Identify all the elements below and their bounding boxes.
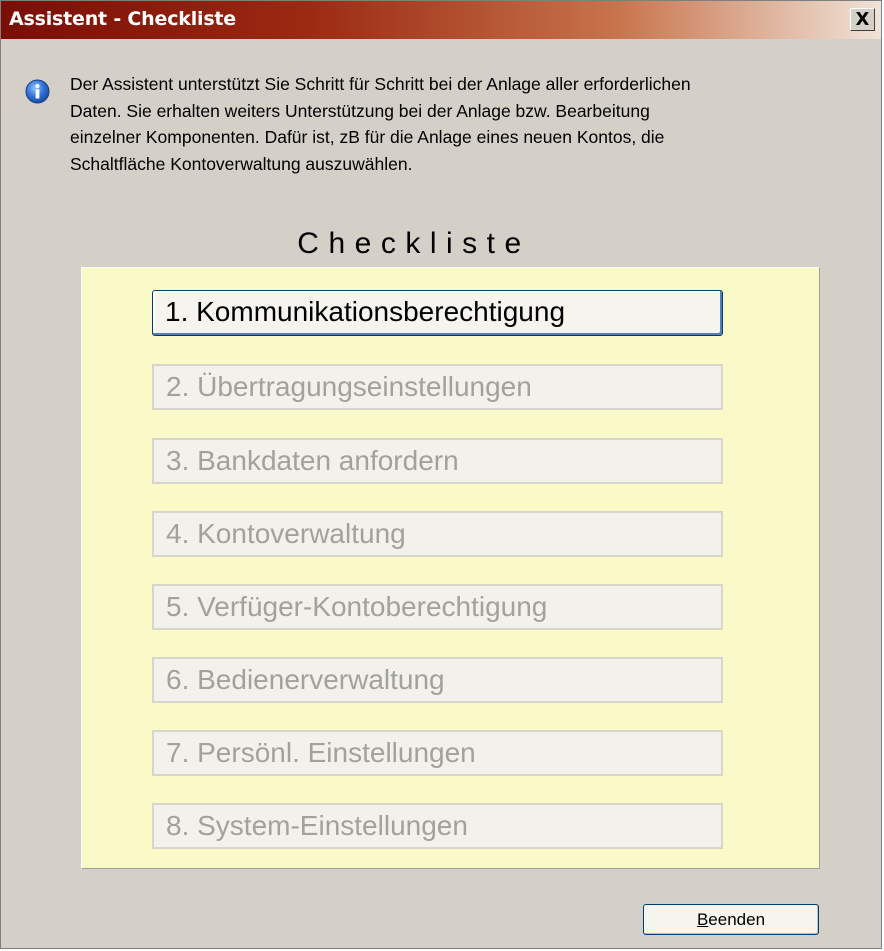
step-button-kontoverwaltung[interactable]: 4. Kontoverwaltung (152, 511, 723, 557)
end-button-mnemonic: B (696, 910, 709, 929)
close-button[interactable]: X (850, 8, 875, 31)
step-button-kommunikationsberechtigung[interactable]: 1. Kommunikationsberechtigung (152, 290, 723, 336)
step-button-system-einstellungen[interactable]: 8. System-Einstellungen (152, 803, 723, 849)
end-button[interactable]: Beenden (643, 904, 819, 935)
title-bar[interactable]: Assistent - Checkliste X (1, 1, 881, 39)
step-button-verfueger-kontoberechtigung[interactable]: 5. Verfüger-Kontoberechtigung (152, 584, 723, 630)
info-line: Daten. Sie erhalten weiters Unterstützun… (70, 100, 650, 121)
step-button-uebertragungseinstellungen[interactable]: 2. Übertragungseinstellungen (152, 364, 723, 410)
window-title: Assistent - Checkliste (9, 8, 236, 30)
info-message: Der Assistent unterstützt Sie Schritt fü… (70, 71, 870, 177)
close-icon: X (855, 8, 870, 30)
checklist-panel: 1. Kommunikationsberechtigung 2. Übertra… (81, 267, 820, 869)
checklist-heading: Checkliste (297, 227, 531, 260)
step-button-bedienerverwaltung[interactable]: 6. Bedienerverwaltung (152, 657, 723, 703)
step-button-bankdaten-anfordern[interactable]: 3. Bankdaten anfordern (152, 438, 723, 484)
info-line: Der Assistent unterstützt Sie Schritt fü… (70, 74, 691, 94)
info-icon (25, 79, 50, 104)
info-line: einzelner Komponenten. Dafür ist, zB für… (70, 127, 665, 147)
info-line: Schaltfläche Kontoverwaltung auszuwählen… (70, 153, 413, 174)
step-button-persoenl-einstellungen[interactable]: 7. Persönl. Einstellungen (152, 730, 723, 776)
assistant-dialog: Assistent - Checkliste X Der Assistent u… (0, 0, 882, 949)
end-button-label: eenden (708, 910, 766, 929)
